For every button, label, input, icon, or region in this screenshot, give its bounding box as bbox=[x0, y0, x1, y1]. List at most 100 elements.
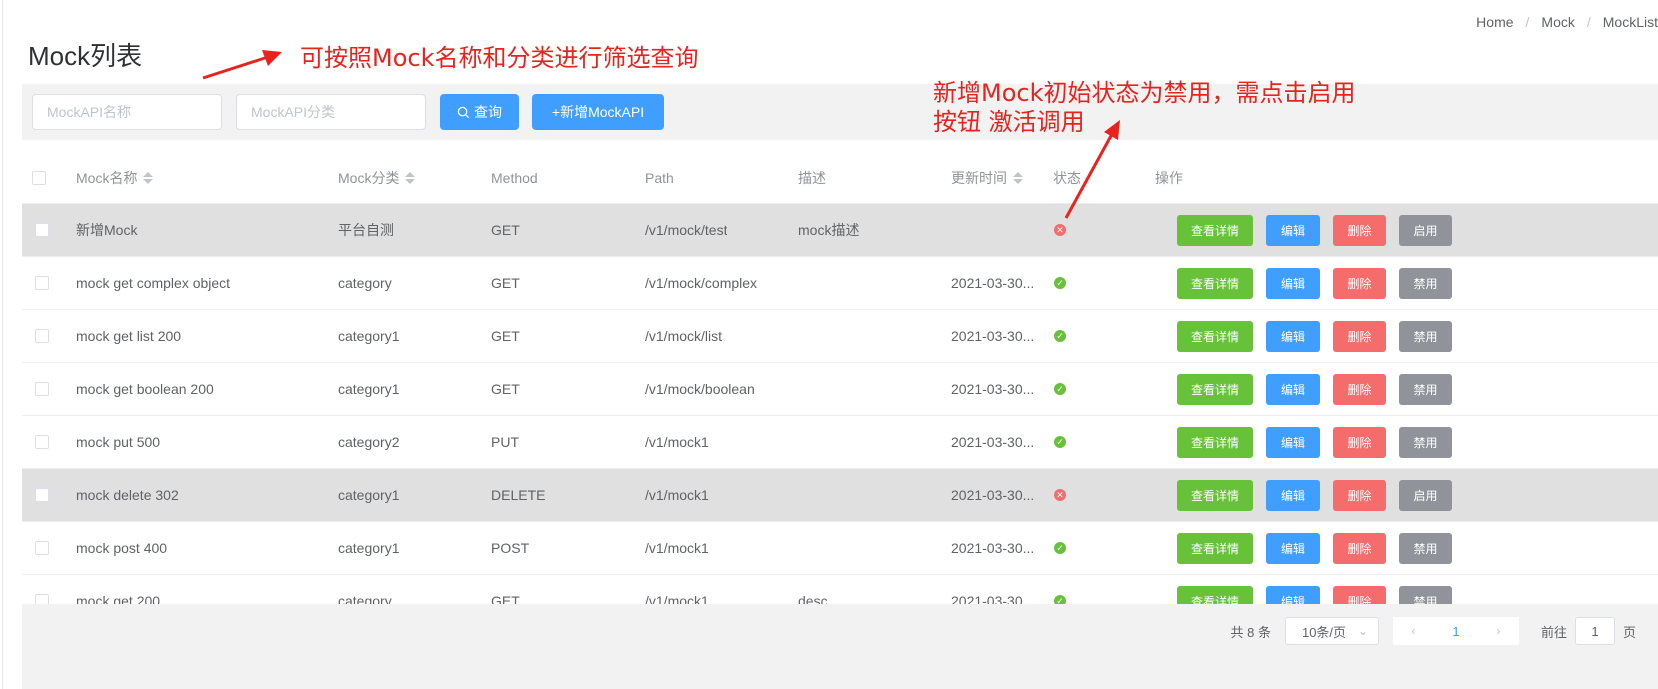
row-checkbox[interactable] bbox=[35, 223, 49, 237]
search-button[interactable]: 查询 bbox=[440, 94, 519, 130]
view-detail-button[interactable]: 查看详情 bbox=[1177, 533, 1253, 564]
breadcrumb-home[interactable]: Home bbox=[1476, 14, 1513, 30]
table-row: mock get complex object category GET/v1/mo… bbox=[22, 257, 1658, 310]
breadcrumb-mock[interactable]: Mock bbox=[1541, 14, 1574, 30]
row-checkbox[interactable] bbox=[35, 382, 49, 396]
edit-button[interactable]: 编辑 bbox=[1266, 321, 1320, 352]
page-title: Mock列表 bbox=[28, 41, 143, 71]
cell-category: category2 bbox=[338, 434, 400, 450]
edit-button[interactable]: 编辑 bbox=[1266, 215, 1320, 246]
next-page-icon[interactable]: › bbox=[1497, 624, 1501, 638]
sort-icon[interactable] bbox=[1013, 171, 1023, 184]
header-updated[interactable]: 更新时间 bbox=[951, 152, 1023, 203]
view-detail-button[interactable]: 查看详情 bbox=[1177, 215, 1253, 246]
add-mock-button[interactable]: +新增MockAPI bbox=[532, 94, 664, 130]
page-size-select[interactable]: 10条/页 ⌄ bbox=[1284, 617, 1379, 645]
prev-page-icon[interactable]: ‹ bbox=[1411, 624, 1415, 638]
pagination: 共 8 条 10条/页 ⌄ ‹ 1 › 前往 页 bbox=[1230, 617, 1636, 645]
cell-status: ✕ bbox=[1054, 204, 1066, 256]
row-select-cell bbox=[35, 204, 49, 256]
enable-button[interactable]: 启用 bbox=[1399, 215, 1452, 246]
view-detail-button[interactable]: 查看详情 bbox=[1177, 427, 1253, 458]
header-name[interactable]: Mock名称 bbox=[76, 152, 154, 203]
cell-status: ✓ bbox=[1054, 363, 1066, 415]
page-number[interactable]: 1 bbox=[1452, 624, 1459, 639]
enable-button[interactable]: 启用 bbox=[1399, 480, 1452, 511]
view-detail-button[interactable]: 查看详情 bbox=[1177, 268, 1253, 299]
header-actions: 操作 bbox=[1155, 169, 1183, 186]
cell-status: ✓ bbox=[1054, 522, 1066, 574]
breadcrumb-separator: / bbox=[1586, 14, 1591, 30]
table-row: mock delete 302 category1 DELETE/v1/mock1 2… bbox=[22, 469, 1658, 522]
cell-category: category1 bbox=[338, 540, 400, 556]
goto-suffix: 页 bbox=[1622, 624, 1636, 640]
cell-name: mock get complex object bbox=[76, 275, 231, 291]
cell-category: category bbox=[338, 275, 392, 291]
cell-updated: 2021-03-30... bbox=[951, 434, 1035, 450]
view-detail-button[interactable]: 查看详情 bbox=[1177, 374, 1253, 405]
edit-button[interactable]: 编辑 bbox=[1266, 533, 1320, 564]
edit-button[interactable]: 编辑 bbox=[1266, 427, 1320, 458]
sort-icon[interactable] bbox=[405, 171, 416, 184]
select-all-cell bbox=[32, 152, 46, 203]
cell-updated: 2021-03-30... bbox=[951, 540, 1035, 556]
row-select-cell bbox=[35, 522, 49, 574]
cell-path: /v1/mock1 bbox=[645, 434, 709, 450]
row-select-cell bbox=[35, 363, 49, 415]
filter-bar: 查询 +新增MockAPI bbox=[22, 84, 1658, 140]
view-detail-button[interactable]: 查看详情 bbox=[1177, 480, 1253, 511]
delete-button[interactable]: 删除 bbox=[1333, 427, 1386, 458]
goto-page: 前往 页 bbox=[1541, 617, 1636, 645]
left-divider bbox=[2, 0, 3, 689]
category-filter-input[interactable] bbox=[236, 94, 426, 130]
cell-name: mock delete 302 bbox=[76, 487, 179, 503]
row-checkbox[interactable] bbox=[35, 488, 49, 502]
delete-button[interactable]: 删除 bbox=[1333, 480, 1386, 511]
name-filter-input[interactable] bbox=[32, 94, 222, 130]
disable-button[interactable]: 禁用 bbox=[1399, 374, 1452, 405]
edit-button[interactable]: 编辑 bbox=[1266, 374, 1320, 405]
disable-button[interactable]: 禁用 bbox=[1399, 321, 1452, 352]
delete-button[interactable]: 删除 bbox=[1333, 215, 1386, 246]
disable-button[interactable]: 禁用 bbox=[1399, 427, 1452, 458]
table-row: mock get boolean 200 category1 GET/v1/mock… bbox=[22, 363, 1658, 416]
goto-page-input[interactable] bbox=[1574, 617, 1615, 645]
row-checkbox[interactable] bbox=[35, 435, 49, 449]
delete-button[interactable]: 删除 bbox=[1333, 533, 1386, 564]
close-circle-icon: ✕ bbox=[1054, 224, 1066, 236]
cell-path: /v1/mock/boolean bbox=[645, 381, 755, 397]
cell-status: ✓ bbox=[1054, 257, 1066, 309]
sort-icon[interactable] bbox=[143, 171, 154, 184]
table-body: 新增Mock 平台自测 GET/v1/mock/test mock描述 ✕ 查看详情 编辑删… bbox=[22, 204, 1658, 628]
cell-path: /v1/mock1 bbox=[645, 540, 709, 556]
cell-name: mock put 500 bbox=[76, 434, 161, 450]
cell-method: DELETE bbox=[491, 487, 546, 503]
row-select-cell bbox=[35, 310, 49, 362]
cell-method: GET bbox=[491, 275, 520, 291]
total-count: 共 8 条 bbox=[1230, 624, 1271, 640]
header-path: Path bbox=[645, 169, 674, 186]
delete-button[interactable]: 删除 bbox=[1333, 268, 1386, 299]
disable-button[interactable]: 禁用 bbox=[1399, 268, 1452, 299]
breadcrumb: Home / Mock / MockList bbox=[1476, 14, 1658, 30]
delete-button[interactable]: 删除 bbox=[1333, 321, 1386, 352]
row-checkbox[interactable] bbox=[35, 541, 49, 555]
cell-updated: 2021-03-30... bbox=[951, 487, 1035, 503]
delete-button[interactable]: 删除 bbox=[1333, 374, 1386, 405]
cell-name: mock post 400 bbox=[76, 540, 168, 556]
edit-button[interactable]: 编辑 bbox=[1266, 268, 1320, 299]
header-name-label: Mock名称 bbox=[76, 169, 138, 186]
cell-updated: 2021-03-30... bbox=[951, 381, 1035, 397]
row-checkbox[interactable] bbox=[35, 276, 49, 290]
disable-button[interactable]: 禁用 bbox=[1399, 533, 1452, 564]
cell-method: PUT bbox=[491, 434, 519, 450]
table-header: Mock名称 Mock分类 Method Path 描述 更新时间 状态 操作 bbox=[22, 152, 1658, 204]
row-select-cell bbox=[35, 416, 49, 468]
header-category[interactable]: Mock分类 bbox=[338, 152, 416, 203]
row-checkbox[interactable] bbox=[35, 329, 49, 343]
cell-name: mock get boolean 200 bbox=[76, 381, 214, 397]
edit-button[interactable]: 编辑 bbox=[1266, 480, 1320, 511]
view-detail-button[interactable]: 查看详情 bbox=[1177, 321, 1253, 352]
cell-category: category1 bbox=[338, 328, 400, 344]
select-all-checkbox[interactable] bbox=[32, 170, 46, 185]
